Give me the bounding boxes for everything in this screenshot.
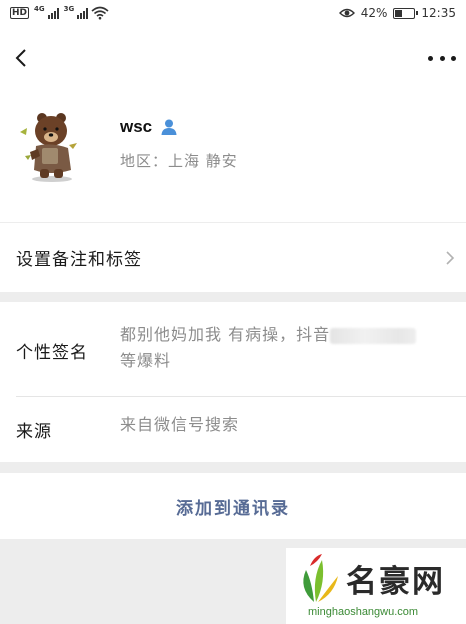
signal-icon-2 (77, 7, 89, 19)
more-dots-icon[interactable] (428, 48, 456, 68)
redacted-blur (330, 327, 417, 344)
eye-icon (338, 8, 355, 18)
signature-label: 个性签名 (16, 343, 88, 363)
hd-badge: HD (10, 7, 30, 19)
status-left: HD 4G 3G (10, 5, 109, 20)
name-row: wsc (120, 117, 178, 137)
person-icon (161, 119, 177, 135)
signature-value: 都别他妈加我 有病操，抖音 等爆料 (120, 322, 452, 374)
avatar[interactable] (16, 112, 84, 184)
battery-fill (395, 9, 403, 17)
add-to-contacts-button[interactable]: 添加到通讯录 (0, 473, 466, 539)
status-right: 42% 12:35 (338, 6, 456, 20)
clock: 12:35 (421, 6, 456, 20)
watermark-title: 名豪网 (346, 564, 445, 600)
network-type-1: 4G (34, 5, 45, 13)
source-row: 来源 来自微信号搜索 (0, 396, 466, 462)
set-remark-row[interactable]: 设置备注和标签 (0, 223, 466, 292)
status-bar: HD 4G 3G 42% 12:35 (0, 0, 466, 26)
info-card: 个性签名 都别他妈加我 有病操，抖音 等爆料 来源 来自微信号搜索 (0, 302, 466, 462)
profile-header: wsc 地区：上海 静安 (0, 26, 466, 222)
signature-text-prefix: 都别他妈加我 有病操，抖音 (120, 325, 331, 344)
watermark: 名豪网 minghaoshangwu.com (286, 548, 466, 624)
network-type-2: 3G (63, 5, 75, 13)
signature-row: 个性签名 都别他妈加我 有病操，抖音 等爆料 (0, 302, 466, 396)
battery-percent: 42% (360, 6, 388, 20)
chevron-right-icon (446, 251, 455, 265)
profile-name: wsc (120, 117, 153, 136)
profile-region: 地区：上海 静安 (120, 152, 238, 170)
watermark-url: minghaoshangwu.com (308, 606, 419, 618)
wifi-icon (91, 6, 109, 20)
back-arrow-icon[interactable] (10, 46, 34, 70)
signal-icon (47, 7, 59, 19)
source-label: 来源 (16, 422, 52, 442)
set-remark-label: 设置备注和标签 (16, 250, 142, 270)
battery-icon (393, 7, 419, 19)
signature-text-suffix: 等爆料 (120, 351, 172, 370)
watermark-logo-icon (303, 554, 338, 602)
source-value: 来自微信号搜索 (120, 415, 240, 434)
add-to-contacts-label: 添加到通讯录 (176, 498, 290, 519)
